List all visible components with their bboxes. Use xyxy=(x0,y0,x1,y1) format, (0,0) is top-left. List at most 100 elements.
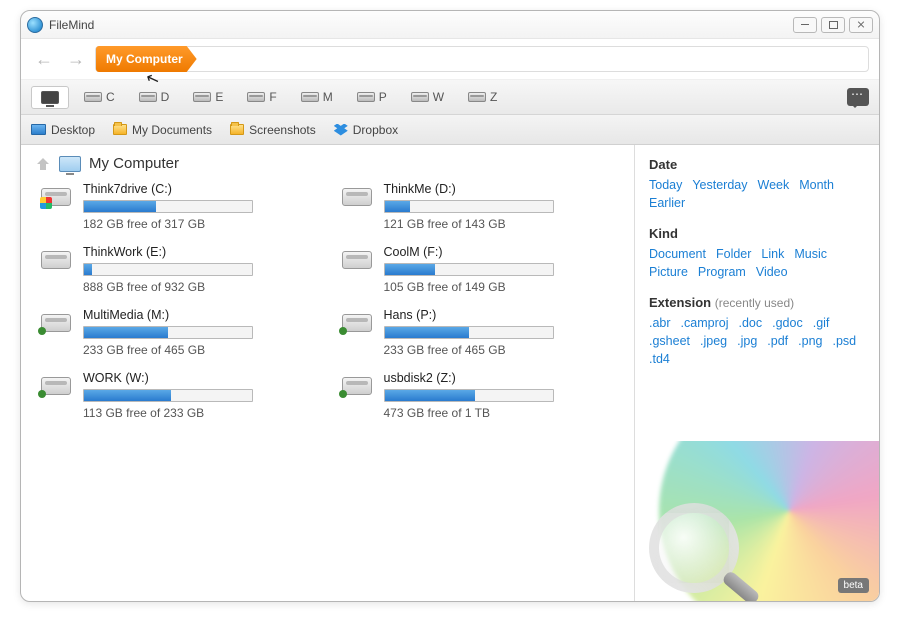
filter-kind-list: Document Folder Link Music Picture Program Vid… xyxy=(649,247,865,279)
favorite-dropbox[interactable]: Dropbox xyxy=(334,123,398,137)
drive-free-text: 473 GB free of 1 TB xyxy=(384,406,621,420)
filter-tag[interactable]: .jpeg xyxy=(700,334,727,348)
filter-tag[interactable]: .pdf xyxy=(767,334,788,348)
drive-z-button[interactable]: Z xyxy=(459,86,506,108)
monitor-icon xyxy=(41,91,59,104)
hdd-icon xyxy=(247,92,265,102)
drive-item[interactable]: MultiMedia (M:)233 GB free of 465 GB xyxy=(39,308,320,357)
drive-e-button[interactable]: E xyxy=(184,86,232,108)
drive-item[interactable]: Hans (P:) 233 GB free of 465 GB xyxy=(340,308,621,357)
drive-usage-bar xyxy=(83,326,253,339)
minimize-button[interactable] xyxy=(793,17,817,33)
filter-tag[interactable]: .gsheet xyxy=(649,334,690,348)
filter-tag[interactable]: Yesterday xyxy=(692,178,747,192)
drive-c-button[interactable]: C xyxy=(75,86,124,108)
desktop-icon xyxy=(31,124,46,135)
beta-badge: beta xyxy=(838,578,869,593)
drive-usage-bar xyxy=(83,263,253,276)
favorites-bar: Desktop My Documents Screenshots Dropbox xyxy=(21,115,879,145)
drive-icon xyxy=(41,314,71,332)
sidebar-art xyxy=(635,441,879,601)
filter-tag[interactable]: .gdoc xyxy=(772,316,803,330)
drive-icon xyxy=(342,251,372,269)
favorite-my-documents[interactable]: My Documents xyxy=(113,123,212,137)
drive-icon xyxy=(342,188,372,206)
drive-icon xyxy=(342,377,372,395)
app-icon xyxy=(27,17,43,33)
breadcrumb-tag[interactable]: My Computer xyxy=(96,46,197,72)
drive-item[interactable]: WORK (W:)113 GB free of 233 GB xyxy=(39,371,320,420)
filter-tag[interactable]: Earlier xyxy=(649,196,685,210)
filter-tag[interactable]: Folder xyxy=(716,247,751,261)
filter-tag[interactable]: .camproj xyxy=(681,316,729,330)
filter-tag[interactable]: .abr xyxy=(649,316,671,330)
filter-tag[interactable]: .png xyxy=(798,334,822,348)
drive-item[interactable]: usbdisk2 (Z:)473 GB free of 1 TB xyxy=(340,371,621,420)
drive-name: CoolM (F:) xyxy=(384,245,621,259)
drive-m-button[interactable]: M xyxy=(292,86,342,108)
drive-usage-bar xyxy=(384,200,554,213)
drive-usage-bar xyxy=(83,389,253,402)
back-button[interactable]: ← xyxy=(31,47,57,71)
filter-date-list: Today Yesterday Week Month Earlier xyxy=(649,178,865,210)
drive-name: MultiMedia (M:) xyxy=(83,308,320,322)
location-title: My Computer xyxy=(89,155,179,172)
drive-usage-bar xyxy=(384,389,554,402)
feedback-icon[interactable] xyxy=(847,88,869,106)
breadcrumb-row: ← → My Computer ↖ xyxy=(21,39,879,79)
filter-tag[interactable]: .jpg xyxy=(737,334,757,348)
drive-d-button[interactable]: D xyxy=(130,86,179,108)
hdd-icon xyxy=(193,92,211,102)
filter-ext-list: .abr .camproj .doc .gdoc .gif .gsheet .jpeg .jp… xyxy=(649,316,865,366)
drive-usage-bar xyxy=(384,326,554,339)
drive-icon xyxy=(41,251,71,269)
filter-tag[interactable]: Month xyxy=(799,178,834,192)
folder-icon xyxy=(113,124,127,135)
drive-free-text: 121 GB free of 143 GB xyxy=(384,217,621,231)
drive-item[interactable]: Think7drive (C:) 182 GB free of 317 GB xyxy=(39,182,320,231)
drive-free-text: 105 GB free of 149 GB xyxy=(384,280,621,294)
drive-name: ThinkWork (E:) xyxy=(83,245,320,259)
filter-tag[interactable]: .gif xyxy=(813,316,830,330)
filter-tag[interactable]: Week xyxy=(758,178,790,192)
drive-computer-button[interactable] xyxy=(31,86,69,109)
filter-ext-title: Extension (recently used) xyxy=(649,295,865,310)
filter-tag[interactable]: Video xyxy=(756,265,788,279)
up-icon[interactable] xyxy=(35,157,51,171)
hdd-icon xyxy=(139,92,157,102)
drive-w-button[interactable]: W xyxy=(402,86,453,108)
hdd-icon xyxy=(411,92,429,102)
main-pane: My Computer Think7drive (C:) 182 GB free … xyxy=(21,145,634,601)
filter-tag[interactable]: Link xyxy=(761,247,784,261)
drive-item[interactable]: ThinkWork (E:)888 GB free of 932 GB xyxy=(39,245,320,294)
drive-f-button[interactable]: F xyxy=(238,86,285,108)
filter-tag[interactable]: Picture xyxy=(649,265,688,279)
filter-tag[interactable]: .psd xyxy=(832,334,856,348)
filter-tag[interactable]: Music xyxy=(794,247,827,261)
maximize-button[interactable] xyxy=(821,17,845,33)
forward-button[interactable]: → xyxy=(63,47,89,71)
filter-tag[interactable]: .td4 xyxy=(649,352,670,366)
location-header: My Computer xyxy=(35,155,620,172)
drive-item[interactable]: ThinkMe (D:)121 GB free of 143 GB xyxy=(340,182,621,231)
drive-p-button[interactable]: P xyxy=(348,86,396,108)
drive-icon xyxy=(41,188,71,206)
filter-tag[interactable]: Program xyxy=(698,265,746,279)
drive-free-text: 233 GB free of 465 GB xyxy=(384,343,621,357)
drive-name: Hans (P:) xyxy=(384,308,621,322)
drive-free-text: 182 GB free of 317 GB xyxy=(83,217,320,231)
filter-tag[interactable]: .doc xyxy=(738,316,762,330)
titlebar: FileMind xyxy=(21,11,879,39)
dropbox-icon xyxy=(334,124,348,136)
close-button[interactable] xyxy=(849,17,873,33)
filter-tag[interactable]: Today xyxy=(649,178,682,192)
filter-tag[interactable]: Document xyxy=(649,247,706,261)
favorite-desktop[interactable]: Desktop xyxy=(31,123,95,137)
drive-item[interactable]: CoolM (F:) 105 GB free of 149 GB xyxy=(340,245,621,294)
hdd-icon xyxy=(84,92,102,102)
drive-grid: Think7drive (C:)182 GB free of 317 GBThi… xyxy=(35,182,620,420)
location-bar[interactable]: My Computer ↖ xyxy=(95,46,869,72)
drive-icon xyxy=(41,377,71,395)
drive-name: Think7drive (C:) xyxy=(83,182,320,196)
favorite-screenshots[interactable]: Screenshots xyxy=(230,123,316,137)
